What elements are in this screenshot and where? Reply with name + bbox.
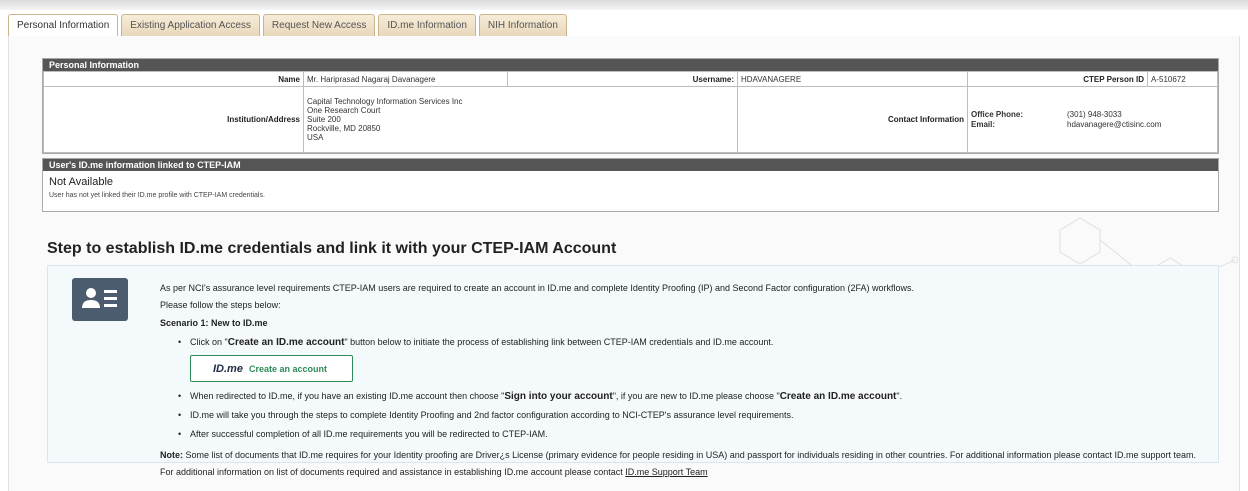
- idme-status: Not Available: [49, 176, 114, 188]
- tab-idme-information[interactable]: ID.me Information: [378, 14, 476, 36]
- idme-support-team-link[interactable]: ID.me Support Team: [625, 467, 707, 477]
- personal-information-header: Personal Information: [43, 59, 1218, 71]
- email-value: hdavanagere@ctisinc.com: [1067, 119, 1162, 129]
- office-phone-label: Office Phone:: [971, 109, 1024, 119]
- id-card-icon: [72, 278, 128, 321]
- ctep-person-id-label: CTEP Person ID: [967, 71, 1148, 87]
- office-phone-value: (301) 948-3033: [1067, 109, 1122, 119]
- idme-linked-panel: User's ID.me information linked to CTEP-…: [42, 158, 1219, 212]
- institution-address-label: Institution/Address: [43, 86, 304, 153]
- follow-text: Please follow the steps below:: [160, 300, 281, 310]
- page-title: Step to establish ID.me credentials and …: [47, 240, 617, 257]
- name-label: Name: [43, 71, 304, 87]
- institution-address-value: Capital Technology Information Services …: [303, 86, 738, 153]
- contact-information-label: Contact Information: [737, 86, 968, 153]
- address-line: Capital Technology Information Services …: [307, 97, 463, 106]
- address-line: USA: [307, 133, 324, 142]
- top-strip: [0, 0, 1248, 10]
- tab-personal-information[interactable]: Personal Information: [8, 14, 119, 36]
- address-line: One Research Court: [307, 106, 381, 115]
- name-value: Mr. Hariprasad Nagaraj Davanagere: [303, 71, 508, 87]
- create-idme-account-button[interactable]: ID.me Create an account: [190, 355, 353, 382]
- personal-information-panel: Personal Information Name Mr. Hariprasad…: [42, 58, 1219, 154]
- idme-logo: ID.me: [213, 362, 243, 375]
- list-item: After successful completion of all ID.me…: [178, 426, 1210, 443]
- tab-nih-information[interactable]: NIH Information: [478, 14, 567, 36]
- steps-list: Click on "Create an ID.me account" butto…: [160, 334, 1210, 351]
- list-item: When redirected to ID.me, if you have an…: [178, 388, 1210, 405]
- scenario-heading: Scenario 1: New to ID.me: [160, 318, 268, 328]
- contact-information-value: Office Phone: (301) 948-3033 Email: hdav…: [967, 86, 1218, 153]
- username-label: Username:: [507, 71, 738, 87]
- ctep-person-id-value: A-510672: [1147, 71, 1218, 87]
- address-line: Rockville, MD 20850: [307, 124, 381, 133]
- tab-bar: Personal Information Existing Applicatio…: [8, 14, 567, 36]
- note-text: Note: Some list of documents that ID.me …: [160, 450, 1196, 477]
- create-account-label: Create an account: [248, 363, 327, 374]
- idme-linked-header: User's ID.me information linked to CTEP-…: [43, 159, 1218, 171]
- email-label: Email:: [971, 119, 996, 129]
- instructions-box: As per NCI's assurance level requirement…: [47, 265, 1219, 477]
- intro-text: As per NCI's assurance level requirement…: [160, 283, 915, 293]
- list-item: ID.me will take you through the steps to…: [178, 407, 1210, 424]
- idme-status-note: User has not yet linked their ID.me prof…: [49, 192, 265, 199]
- tab-existing-application-access[interactable]: Existing Application Access: [121, 14, 260, 36]
- username-value: HDAVANAGERE: [737, 71, 968, 87]
- personal-information-table: Name Mr. Hariprasad Nagaraj Davanagere U…: [43, 71, 1218, 153]
- steps-list-continued: When redirected to ID.me, if you have an…: [160, 388, 1210, 443]
- address-line: Suite 200: [307, 115, 341, 124]
- instructions-text: As per NCI's assurance level requirement…: [160, 280, 1210, 481]
- list-item: Click on "Create an ID.me account" butto…: [178, 334, 1210, 351]
- tab-request-new-access[interactable]: Request New Access: [262, 14, 376, 36]
